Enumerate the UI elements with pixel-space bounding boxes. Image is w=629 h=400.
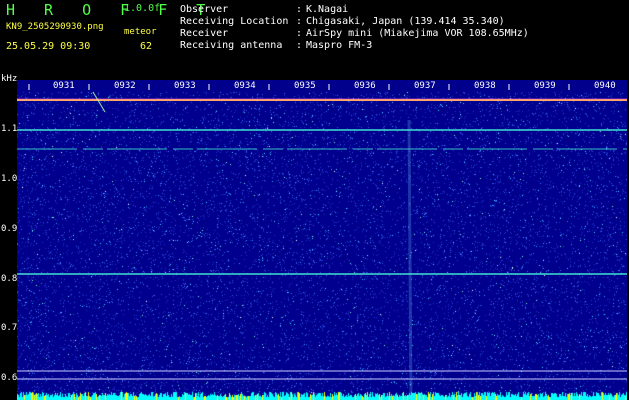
y-tick-label: 0.6	[1, 373, 18, 383]
info-label: Receiver	[180, 28, 229, 39]
info-value: Maspro FM-3	[306, 40, 373, 51]
x-tick-label: 0937	[414, 81, 436, 91]
info-label: Observer	[180, 4, 229, 15]
vertical-trace	[407, 119, 413, 400]
spectrogram-plot: 0931 0932 0933 0934 0935 0936 0937 0938 …	[17, 80, 627, 400]
app-version: 1.0.0f	[124, 3, 161, 14]
info-row-location: Receiving Location: Chigasaki, Japan (139…	[180, 16, 505, 27]
info-row-observer: Observer: K.Nagai	[180, 4, 348, 15]
info-value: K.Nagai	[306, 4, 349, 15]
x-tick-label: 0934	[234, 81, 256, 91]
spectrogram-overlay	[17, 84, 627, 400]
x-tick-label: 0931	[53, 81, 75, 91]
meteor-count: 62	[140, 41, 153, 52]
y-tick-label: 0.8	[1, 274, 18, 284]
meteor-trace	[92, 91, 106, 113]
x-tick-label: 0940	[594, 81, 616, 91]
info-value: Chigasaki, Japan (139.414 35.340)	[306, 16, 505, 27]
info-colon: :	[296, 16, 303, 27]
axis-unit-label: kHz	[1, 74, 18, 84]
info-value: AirSpy mini (Miakejima VOR 108.65MHz)	[306, 28, 529, 39]
info-colon: :	[296, 4, 303, 15]
y-tick-label: 1.0	[1, 174, 18, 184]
info-row-antenna: Receiving antenna: Maspro FM-3	[180, 40, 372, 51]
hrofft-screen: H R O F F T 1.0.0f KN9_2505290930.png me…	[0, 0, 629, 400]
y-tick-label: 1.1	[1, 124, 18, 134]
x-tick-label: 0933	[174, 81, 196, 91]
x-tick-label: 0939	[534, 81, 556, 91]
datetime: 25.05.29 09:30	[6, 41, 91, 52]
y-tick-label: 0.9	[1, 224, 18, 234]
info-label: Receiving antenna	[180, 40, 283, 51]
x-tick-label: 0938	[474, 81, 496, 91]
info-label: Receiving Location	[180, 16, 289, 27]
filename: KN9_2505290930.png	[6, 22, 104, 32]
info-colon: :	[296, 40, 303, 51]
info-colon: :	[296, 28, 303, 39]
info-row-receiver: Receiver: AirSpy mini (Miakejima VOR 108.…	[180, 28, 529, 39]
x-tick-label: 0936	[354, 81, 376, 91]
meteor-label: meteor	[124, 27, 157, 37]
x-tick-label: 0932	[114, 81, 136, 91]
y-tick-label: 0.7	[1, 323, 18, 333]
x-tick-label: 0935	[294, 81, 316, 91]
